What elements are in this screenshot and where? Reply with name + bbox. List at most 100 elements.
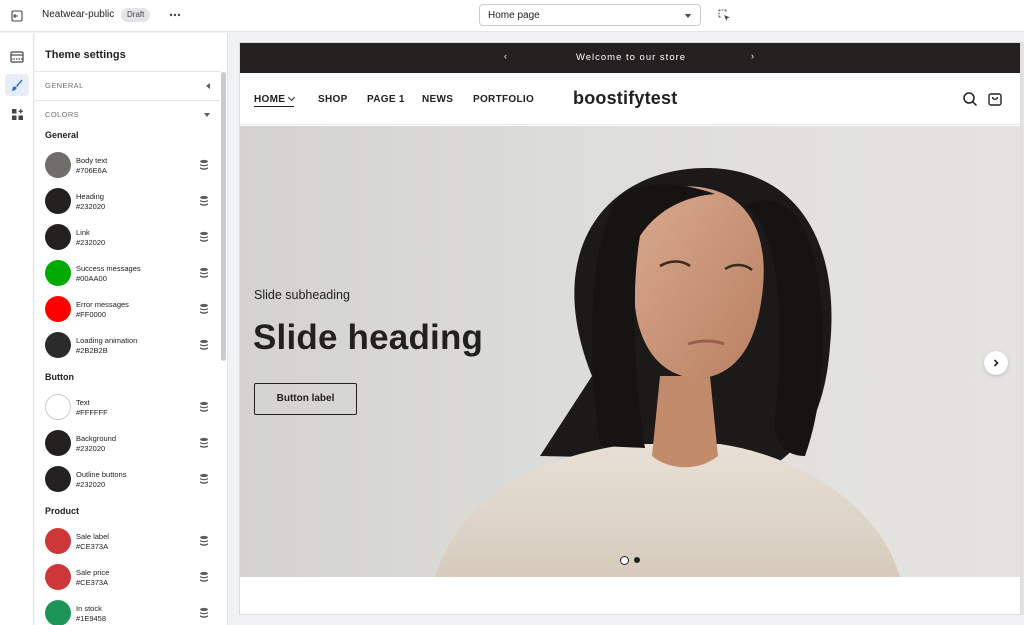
database-icon[interactable] (198, 571, 210, 583)
exit-button[interactable] (8, 7, 26, 25)
color-setting-row[interactable]: Error messages #FF0000 (45, 294, 210, 324)
page-select[interactable]: Home page (479, 4, 701, 26)
more-actions-button[interactable] (167, 7, 183, 23)
database-icon[interactable] (198, 339, 210, 351)
section-label: GENERAL (45, 81, 84, 90)
color-hex: #232020 (76, 238, 106, 247)
color-swatch[interactable] (45, 260, 71, 286)
nav-news[interactable]: NEWS (422, 94, 453, 105)
database-icon[interactable] (198, 195, 210, 207)
database-icon[interactable] (198, 535, 210, 547)
color-hex: #2B2B2B (76, 346, 108, 355)
color-name: In stock (76, 604, 102, 613)
color-swatch[interactable] (45, 152, 71, 178)
nav-page-1[interactable]: PAGE 1 (367, 94, 405, 105)
database-icon[interactable] (198, 401, 210, 413)
color-setting-row[interactable]: Link #232020 (45, 222, 210, 252)
apps-add-icon (11, 108, 23, 120)
color-name: Sale price (76, 568, 110, 577)
color-setting-row[interactable]: Heading #232020 (45, 186, 210, 216)
chevron-down-icon (288, 93, 296, 102)
announcement-text: Welcome to our store (575, 52, 687, 63)
store-name: Neatwear-public (42, 9, 115, 20)
color-swatch[interactable] (45, 600, 71, 625)
section-general-header[interactable]: GENERAL (45, 79, 210, 93)
color-hex: #CE373A (76, 542, 109, 551)
color-setting-row[interactable]: Body text #706E6A (45, 150, 210, 180)
color-setting-row[interactable]: Text #FFFFFF (45, 392, 210, 422)
paintbrush-icon (11, 79, 23, 91)
color-swatch[interactable] (45, 466, 71, 492)
color-hex: #232020 (76, 202, 106, 211)
database-icon[interactable] (198, 437, 210, 449)
nav-shop[interactable]: SHOP (318, 94, 348, 105)
color-hex: #00AA00 (76, 274, 107, 283)
color-swatch[interactable] (45, 528, 71, 554)
theme-settings-panel: Theme settings GENERAL COLORS General Bo… (35, 33, 228, 625)
group-title-button: Button (45, 372, 74, 382)
slide-next-button[interactable] (984, 351, 1008, 375)
slide-dot-2[interactable] (634, 557, 640, 563)
section-label: COLORS (45, 110, 80, 119)
database-icon[interactable] (198, 267, 210, 279)
group-title-product: Product (45, 506, 80, 516)
color-swatch[interactable] (45, 564, 71, 590)
page-select-value: Home page (488, 10, 540, 21)
color-swatch[interactable] (45, 224, 71, 250)
section-colors-header[interactable]: COLORS (45, 108, 210, 122)
color-hex: #232020 (76, 480, 106, 489)
panel-scrollbar[interactable] (221, 72, 226, 361)
slide-dot-1[interactable] (620, 556, 629, 565)
color-name: Body text (76, 156, 108, 165)
color-swatch[interactable] (45, 394, 71, 420)
color-name: Error messages (76, 300, 129, 309)
hero-slideshow: Slide subheading Slide heading Button la… (240, 126, 1020, 577)
color-hex: #706E6A (76, 166, 107, 175)
color-swatch[interactable] (45, 188, 71, 214)
color-swatch[interactable] (45, 332, 71, 358)
color-hex: #1E9458 (76, 614, 107, 623)
color-name: Text (76, 398, 90, 407)
exit-icon (11, 10, 23, 22)
caret-down-icon (204, 113, 210, 117)
color-swatch[interactable] (45, 296, 71, 322)
store-logo[interactable]: boostifytest (573, 88, 677, 109)
status-badge: Draft (121, 8, 151, 22)
search-icon[interactable] (962, 91, 978, 107)
color-setting-row[interactable]: Background #232020 (45, 428, 210, 458)
announcement-next-icon[interactable]: › (751, 51, 754, 61)
database-icon[interactable] (198, 159, 210, 171)
color-name: Link (76, 228, 90, 237)
nav-home[interactable]: HOME (254, 93, 296, 107)
slide-subheading: Slide subheading (254, 288, 350, 302)
color-setting-row[interactable]: Sale label #CE373A (45, 526, 210, 556)
color-setting-row[interactable]: Outline buttons #232020 (45, 464, 210, 494)
inspector-button[interactable] (716, 7, 732, 23)
inspector-select-icon (718, 9, 730, 21)
announcement-bar: ‹ Welcome to our store › (240, 43, 1020, 73)
color-name: Outline buttons (76, 470, 127, 479)
layout-sections-icon (10, 51, 24, 63)
rail-item-sections[interactable] (5, 46, 29, 68)
nav-portfolio[interactable]: PORTFOLIO (473, 94, 534, 105)
database-icon[interactable] (198, 473, 210, 485)
slide-button[interactable]: Button label (254, 383, 357, 415)
rail-item-theme-settings[interactable] (5, 74, 29, 96)
database-icon[interactable] (198, 607, 210, 619)
color-hex: #232020 (76, 444, 106, 453)
store-header: HOME SHOP PAGE 1 NEWS PORTFOLIO boostify… (240, 73, 1020, 125)
color-setting-row[interactable]: In stock #1E9458 (45, 598, 210, 625)
rail-item-apps[interactable] (5, 103, 29, 125)
color-setting-row[interactable]: Sale price #CE373A (45, 562, 210, 592)
editor-topbar: Neatwear-public Draft Home page (0, 0, 1024, 32)
divider (35, 71, 220, 72)
color-setting-row[interactable]: Success messages #00AA00 (45, 258, 210, 288)
cart-icon[interactable] (987, 91, 1003, 107)
color-swatch[interactable] (45, 430, 71, 456)
caret-left-icon (206, 83, 210, 89)
color-hex: #FF0000 (76, 310, 107, 319)
database-icon[interactable] (198, 303, 210, 315)
color-hex: #CE373A (76, 578, 109, 587)
color-setting-row[interactable]: Loading animation #2B2B2B (45, 330, 210, 360)
database-icon[interactable] (198, 231, 210, 243)
